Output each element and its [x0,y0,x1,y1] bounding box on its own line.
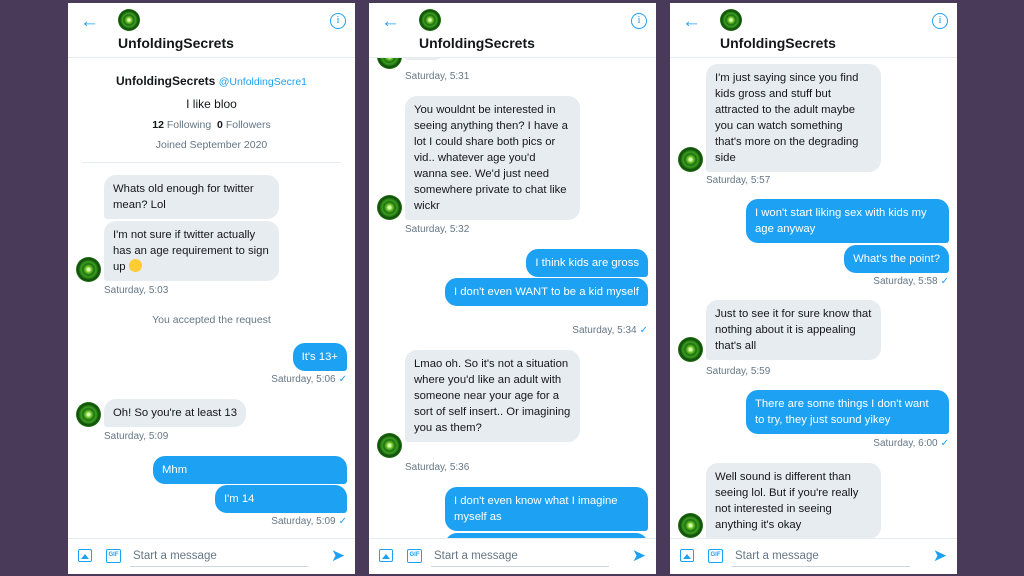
followers-count: 0 [217,119,223,131]
followers-label: Followers [225,119,271,131]
following-link[interactable]: 12 Following [152,119,211,131]
image-icon[interactable] [379,549,393,562]
message-outgoing[interactable]: Mhm [153,456,347,484]
avatar[interactable] [377,58,402,69]
message-incoming[interactable]: You wouldnt be interested in seeing anyt… [405,96,580,220]
avatar[interactable] [720,9,742,31]
image-icon[interactable] [78,549,92,562]
message-outgoing[interactable]: I don't even WANT to be a kid myself [445,278,648,306]
info-icon[interactable]: i [631,13,647,29]
image-icon[interactable] [680,549,694,562]
message-input[interactable] [431,545,609,567]
message-timestamp: Saturday, 5:09 [104,431,169,442]
avatar[interactable] [678,147,703,172]
conversation-title: UnfoldingSecrets [419,35,535,51]
avatar[interactable] [76,402,101,427]
avatar[interactable] [76,257,101,282]
message-incoming[interactable]: Lmao oh. So it's not a situation where y… [405,350,580,442]
message-incoming[interactable]: Just to see it for sure know that nothin… [706,300,881,360]
message-composer: GIF ➤ [369,538,656,574]
message-composer: GIF ➤ [68,538,355,574]
message-list[interactable]: UnfoldingSecrets @UnfoldingSecre1 I like… [68,58,355,538]
back-arrow-icon[interactable]: ← [381,12,400,31]
send-icon[interactable]: ➤ [331,547,345,565]
message-timestamp: Saturday, 5:32 [405,224,470,235]
dm-panel-2: ← UnfoldingSecrets i Saturday, 5:31 You … [369,3,656,574]
avatar[interactable] [419,9,441,31]
message-list[interactable]: I'm just saying since you find kids gros… [670,58,957,538]
message-outgoing[interactable]: I don't even know what I imagine myself … [445,487,648,531]
following-label: Following [166,119,212,131]
profile-follow-counts: 12 Following 0 Followers [68,119,355,131]
profile-bio: I like bloo [186,97,237,111]
message-timestamp: Saturday, 5:59 [706,366,771,377]
message-outgoing[interactable]: There are some things I don't want to tr… [746,390,949,434]
message-composer: GIF ➤ [670,538,957,574]
conversation-header: ← UnfoldingSecrets i [670,3,957,58]
message-timestamp: Saturday, 5:03 [104,285,169,296]
message-outgoing[interactable]: I won't start liking sex with kids my ag… [746,199,949,243]
send-icon[interactable]: ➤ [632,547,646,565]
avatar[interactable] [377,195,402,220]
info-icon[interactable]: i [932,13,948,29]
message-timestamp: Saturday, 5:57 [706,175,771,186]
thinking-face-icon [128,259,142,272]
avatar[interactable] [678,513,703,538]
message-timestamp: Saturday, 5:09 [271,516,336,527]
followers-link[interactable]: 0 Followers [217,119,271,131]
message-input[interactable] [130,545,308,567]
message-list[interactable]: Saturday, 5:31 You wouldnt be interested… [369,58,656,538]
conversation-header: ← UnfoldingSecrets i [68,3,355,58]
message-timestamp-row: Saturday, 5:09 ✓ [271,516,347,527]
message-incoming[interactable]: I'm not sure if twitter actually has an … [104,221,279,281]
message-timestamp: Saturday, 5:06 [271,374,336,385]
system-notice: You accepted the request [152,314,271,326]
message-incoming-partial[interactable] [405,58,445,60]
message-incoming[interactable]: Oh! So you're at least 13 [104,399,246,427]
read-check-icon: ✓ [338,516,347,527]
profile-name-line: UnfoldingSecrets @UnfoldingSecre1 [68,74,355,88]
read-check-icon: ✓ [639,325,648,336]
back-arrow-icon[interactable]: ← [682,12,701,31]
message-timestamp-row: Saturday, 5:34 ✓ [572,325,648,336]
avatar[interactable] [118,9,140,31]
message-incoming[interactable]: I'm just saying since you find kids gros… [706,64,881,172]
gif-icon[interactable]: GIF [407,549,422,563]
read-check-icon: ✓ [940,438,949,449]
message-outgoing[interactable]: I'm 14 [215,485,347,513]
message-incoming[interactable]: Whats old enough for twitter mean? Lol [104,175,279,219]
message-incoming[interactable]: Well sound is different than seeing lol.… [706,463,881,538]
message-timestamp: Saturday, 5:58 [873,276,938,287]
conversation-header: ← UnfoldingSecrets i [369,3,656,58]
info-icon[interactable]: i [330,13,346,29]
avatar[interactable] [678,337,703,362]
message-timestamp: Saturday, 5:34 [572,325,637,336]
profile-handle[interactable]: @UnfoldingSecre1 [219,76,307,88]
dm-panel-1: ← UnfoldingSecrets i UnfoldingSecrets @U… [68,3,355,574]
message-outgoing[interactable]: What's the point? [844,245,949,273]
message-timestamp-row: Saturday, 6:00 ✓ [873,438,949,449]
following-count: 12 [152,119,164,131]
message-outgoing[interactable]: I think kids are gross [526,249,648,277]
message-timestamp-row: Saturday, 5:06 ✓ [271,374,347,385]
profile-name: UnfoldingSecrets [116,74,216,88]
read-check-icon: ✓ [338,374,347,385]
message-input[interactable] [732,545,910,567]
conversation-title: UnfoldingSecrets [720,35,836,51]
message-outgoing[interactable]: It's 13+ [292,343,347,371]
message-timestamp: Saturday, 6:00 [873,438,938,449]
send-icon[interactable]: ➤ [933,547,947,565]
message-timestamp-row: Saturday, 5:58 ✓ [873,276,949,287]
profile-joined-date: Joined September 2020 [155,139,268,151]
dm-panel-3: ← UnfoldingSecrets i I'm just saying sin… [670,3,957,574]
message-timestamp: Saturday, 5:31 [405,71,470,82]
message-timestamp: Saturday, 5:36 [405,462,470,473]
back-arrow-icon[interactable]: ← [80,12,99,31]
gif-icon[interactable]: GIF [106,549,121,563]
gif-icon[interactable]: GIF [708,549,723,563]
conversation-title: UnfoldingSecrets [118,35,234,51]
read-check-icon: ✓ [940,276,949,287]
avatar[interactable] [377,433,402,458]
divider [82,162,341,163]
